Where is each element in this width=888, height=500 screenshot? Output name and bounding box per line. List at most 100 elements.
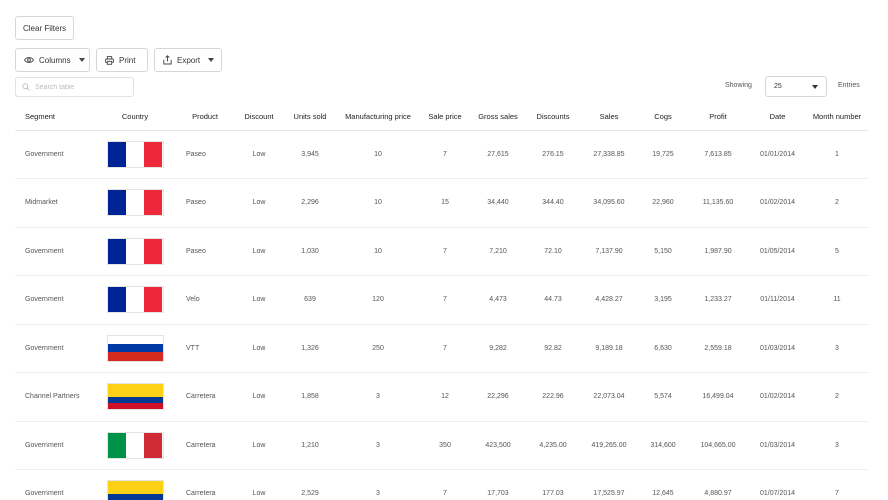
cell-sales: 34,095.60 xyxy=(579,178,639,228)
cell-month: 7 xyxy=(806,469,868,500)
page-size-select[interactable]: 25 xyxy=(765,76,827,97)
flag-russia-icon xyxy=(106,334,164,362)
table-row[interactable]: Midmarket Paseo Low 2,296 10 15 34,440 344.40 34… xyxy=(15,178,868,228)
cell-month: 1 xyxy=(806,130,868,179)
export-icon xyxy=(163,55,172,65)
cell-gross: 423,500 xyxy=(469,421,527,470)
eye-icon xyxy=(24,56,34,64)
cell-sale: 7 xyxy=(421,130,469,179)
cell-sales: 9,189.18 xyxy=(579,324,639,373)
column-header-gross-sales[interactable]: Gross sales xyxy=(469,104,527,131)
cell-sales: 7,137.90 xyxy=(579,227,639,276)
cell-country xyxy=(93,275,177,325)
cell-units: 1,326 xyxy=(285,324,335,373)
cell-profit: 1,987.90 xyxy=(687,227,749,276)
cell-discount: Low xyxy=(233,227,285,276)
cell-product: Carretera xyxy=(177,421,233,470)
cell-discounts: 222.96 xyxy=(527,372,579,422)
flag-france-icon xyxy=(106,189,164,217)
cell-cogs: 5,574 xyxy=(639,372,687,422)
cell-gross: 27,615 xyxy=(469,130,527,179)
cell-cogs: 22,960 xyxy=(639,178,687,228)
column-header-profit[interactable]: Profit xyxy=(687,104,749,131)
chevron-down-icon xyxy=(812,84,818,89)
column-header-manufacturing-price[interactable]: Manufacturing price xyxy=(335,104,421,131)
column-header-discount[interactable]: Discount xyxy=(233,104,285,131)
table-row[interactable]: Government Velo Low 639 120 7 4,473 44.73 4,428.… xyxy=(15,275,868,325)
column-header-country[interactable]: Country xyxy=(93,104,177,131)
cell-product: Carretera xyxy=(177,469,233,500)
cell-cogs: 19,725 xyxy=(639,130,687,179)
printer-icon xyxy=(105,55,114,65)
flag-france-icon xyxy=(106,286,164,314)
cell-units: 1,210 xyxy=(285,421,335,470)
cell-mfg: 3 xyxy=(335,421,421,470)
cell-country xyxy=(93,372,177,422)
cell-segment: Government xyxy=(15,130,93,179)
column-header-sale-price[interactable]: Sale price xyxy=(421,104,469,131)
table-row[interactable]: Government VTT Low 1,326 250 7 9,282 92.82 9,189… xyxy=(15,324,868,373)
table-header-row: Segment Country Product Discount Units s… xyxy=(15,104,868,131)
cell-discount: Low xyxy=(233,372,285,422)
cell-date: 01/02/2014 xyxy=(749,178,806,228)
print-button[interactable]: Print xyxy=(96,48,148,72)
column-header-units-sold[interactable]: Units sold xyxy=(285,104,335,131)
cell-segment: Midmarket xyxy=(15,178,93,228)
cell-sales: 419,265.00 xyxy=(579,421,639,470)
cell-cogs: 314,600 xyxy=(639,421,687,470)
cell-month: 3 xyxy=(806,324,868,373)
cell-product: Carretera xyxy=(177,372,233,422)
column-header-product[interactable]: Product xyxy=(177,104,233,131)
table-row[interactable]: Government Paseo Low 1,030 10 7 7,210 72.10 7,13… xyxy=(15,227,868,276)
cell-profit: 16,499.04 xyxy=(687,372,749,422)
cell-discounts: 92.82 xyxy=(527,324,579,373)
table-row[interactable]: Government Carretera Low 1,210 3 350 423,500 4,… xyxy=(15,421,868,470)
cell-profit: 4,880.97 xyxy=(687,469,749,500)
cell-month: 2 xyxy=(806,372,868,422)
column-header-date[interactable]: Date xyxy=(749,104,806,131)
cell-segment: Government xyxy=(15,324,93,373)
cell-sales: 17,525.97 xyxy=(579,469,639,500)
cell-discount: Low xyxy=(233,275,285,325)
column-header-discounts[interactable]: Discounts xyxy=(527,104,579,131)
cell-sale: 7 xyxy=(421,275,469,325)
cell-discounts: 177.03 xyxy=(527,469,579,500)
flag-italy-icon xyxy=(106,431,164,459)
cell-units: 3,945 xyxy=(285,130,335,179)
cell-mfg: 250 xyxy=(335,324,421,373)
cell-country xyxy=(93,469,177,500)
columns-button[interactable]: Columns xyxy=(15,48,90,72)
table-row[interactable]: Government Paseo Low 3,945 10 7 27,615 276.15 27… xyxy=(15,130,868,179)
cell-country xyxy=(93,227,177,276)
clear-filters-button[interactable]: Clear Filters xyxy=(15,16,75,40)
cell-sale: 12 xyxy=(421,372,469,422)
cell-date: 01/05/2014 xyxy=(749,227,806,276)
column-header-cogs[interactable]: Cogs xyxy=(639,104,687,131)
search-input[interactable] xyxy=(35,83,125,91)
column-header-month-number[interactable]: Month number xyxy=(806,104,868,131)
cell-product: Paseo xyxy=(177,178,233,228)
column-header-segment[interactable]: Segment xyxy=(15,104,93,131)
cell-discounts: 72.10 xyxy=(527,227,579,276)
table-row[interactable]: Channel Partners Carretera Low 1,858 3 12 22,2… xyxy=(15,372,868,422)
cell-discounts: 44.73 xyxy=(527,275,579,325)
cell-units: 639 xyxy=(285,275,335,325)
cell-profit: 2,559.18 xyxy=(687,324,749,373)
column-header-sales[interactable]: Sales xyxy=(579,104,639,131)
cell-profit: 104,665.00 xyxy=(687,421,749,470)
cell-month: 2 xyxy=(806,178,868,228)
cell-product: Paseo xyxy=(177,227,233,276)
clear-filters-label: Clear Filters xyxy=(23,23,67,33)
cell-segment: Channel Partners xyxy=(15,372,93,422)
search-box[interactable] xyxy=(15,77,134,97)
cell-mfg: 10 xyxy=(335,178,421,228)
data-table: Segment Country Product Discount Units s… xyxy=(15,104,868,500)
table-row[interactable]: Government Carretera Low 2,529 3 7 17,703 177.0… xyxy=(15,469,868,500)
chevron-down-icon xyxy=(208,58,215,62)
showing-label: Showing xyxy=(725,82,752,89)
cell-product: Velo xyxy=(177,275,233,325)
export-button[interactable]: Export xyxy=(154,48,222,72)
flag-colombia-icon xyxy=(106,383,164,411)
cell-units: 1,030 xyxy=(285,227,335,276)
export-label: Export xyxy=(177,55,201,65)
